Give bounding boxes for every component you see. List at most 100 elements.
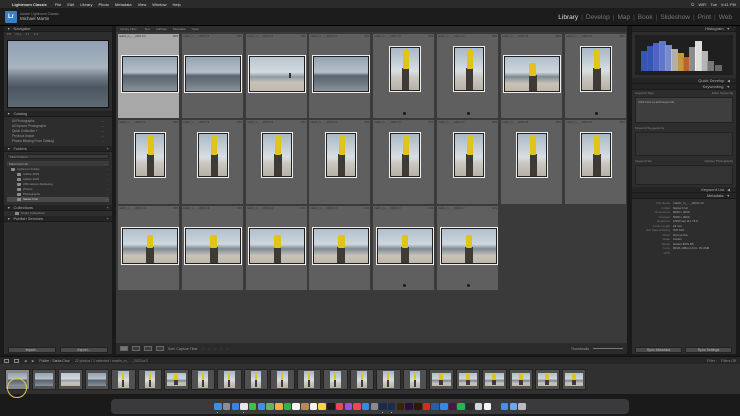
filmstrip-thumb[interactable] (429, 368, 454, 390)
safari-icon[interactable] (231, 402, 240, 411)
lightroom-icon[interactable] (387, 402, 396, 413)
grid-view-icon[interactable] (120, 346, 128, 351)
filmstrip-thumb[interactable] (349, 368, 374, 390)
module-web[interactable]: Web (719, 14, 732, 21)
textedit-icon[interactable] (483, 402, 492, 411)
app-menu[interactable]: Lightroom Classic (12, 2, 47, 7)
photo-thumbnail[interactable] (389, 47, 420, 91)
filmstrip-thumb[interactable] (561, 368, 586, 390)
navigator-preview[interactable] (7, 40, 109, 108)
grid-cell[interactable]: martin_m_…_2023.cr3 CR3 (308, 205, 372, 291)
add-publish-icon[interactable]: + (107, 216, 109, 221)
photo-thumbnail[interactable] (249, 56, 306, 92)
navigator-mode[interactable]: 1:1 (26, 32, 30, 37)
grid-cell[interactable]: martin_m_…_2023.cr3 CR3 (117, 205, 180, 291)
module-slideshow[interactable]: Slideshow (660, 14, 690, 21)
tv-icon[interactable] (327, 402, 335, 411)
grid-cell[interactable]: martin_m_…_2023.cr3 CR3 (117, 33, 180, 119)
filmstrip-thumb[interactable] (31, 368, 56, 390)
filter-bar-item[interactable]: None (192, 27, 199, 31)
menu-item-file[interactable]: File (55, 2, 61, 7)
module-print[interactable]: Print (698, 14, 711, 21)
podcasts-icon[interactable] (344, 402, 353, 411)
loupe-view-icon[interactable] (132, 346, 140, 351)
grid-cell[interactable]: martin_m_…_2023.cr3 CR3 (372, 33, 436, 119)
filter-bar-item[interactable]: Library Filter : (120, 27, 138, 31)
photo-thumbnail[interactable] (517, 133, 548, 177)
photo-thumbnail[interactable] (121, 228, 178, 264)
compare-view-icon[interactable] (144, 346, 152, 351)
photo-thumbnail[interactable] (185, 56, 242, 92)
filmstrip-thumb[interactable] (508, 368, 533, 390)
publish-services-header[interactable]: ▼ Publish Services + (4, 216, 112, 222)
photo-thumbnail[interactable] (312, 228, 369, 264)
slack-icon[interactable] (448, 402, 457, 411)
photoshop-icon[interactable] (379, 402, 387, 413)
navigator-mode[interactable]: 1:4 (34, 32, 38, 37)
histogram-header[interactable]: Histogram ▼ (632, 26, 736, 32)
forward-icon[interactable]: ▶ (32, 359, 35, 363)
photo-thumbnail[interactable] (376, 228, 433, 264)
photo-thumbnail[interactable] (121, 56, 178, 92)
activity-icon[interactable] (492, 402, 500, 411)
filmstrip-thumb[interactable] (296, 368, 321, 390)
photo-thumbnail[interactable] (440, 228, 497, 264)
filmstrip-thumb[interactable] (376, 368, 401, 390)
news-icon[interactable] (353, 402, 361, 411)
status-item[interactable]: WiFi (698, 2, 706, 7)
grid-cell[interactable]: martin_m_…_2023.cr3 CR3 (436, 205, 499, 291)
grid-cell[interactable]: martin_m_…_2023.cr3 CR3 (436, 33, 499, 119)
keyword-set-select[interactable]: Outdoor Photography (704, 159, 733, 163)
filter-bar-item[interactable]: Metadata (173, 27, 186, 31)
grid-cell[interactable]: martin_m_…_2023.cr3 CR3 (244, 33, 308, 119)
export-button[interactable]: Export... (60, 347, 108, 353)
grid-cell[interactable]: martin_m_…_2023.cr3 CR3 (117, 119, 180, 205)
photo-thumbnail[interactable] (389, 133, 420, 177)
grid-cell[interactable]: martin_m_…_2023.cr3 CR3 (436, 119, 499, 205)
volume-row[interactable]: Macintosh HD… (7, 161, 109, 166)
preview-icon[interactable] (474, 402, 483, 411)
launchpad-icon[interactable] (222, 402, 231, 411)
filmstrip-source[interactable]: Folder : Santa Cruz (39, 359, 69, 363)
downloads-icon[interactable] (500, 402, 509, 411)
module-library[interactable]: Library (558, 14, 578, 21)
keyword-tags-select[interactable]: Enter Keywords (712, 91, 733, 95)
grid-cell[interactable]: martin_m_…_2023.cr3 CR3 (308, 119, 372, 205)
photo-thumbnail[interactable] (581, 47, 612, 91)
folder-item[interactable]: Santa Cruz… (7, 197, 109, 202)
grid-cell[interactable]: martin_m_…_2023.cr3 CR3 (499, 119, 563, 205)
menu-item-help[interactable]: Help (172, 2, 180, 7)
photo-thumbnail[interactable] (504, 56, 561, 92)
filmstrip-thumb[interactable] (243, 368, 268, 390)
photos-icon[interactable] (275, 402, 283, 411)
rating-stars[interactable]: ☆ ☆ ☆ ☆ ☆ (201, 347, 230, 351)
illustrator-icon[interactable] (396, 402, 405, 411)
sync-metadata-button[interactable]: Sync Metadata (635, 347, 682, 353)
grid-cell[interactable]: martin_m_…_2023.cr3 CR3 (372, 205, 436, 291)
mail-icon[interactable] (257, 402, 266, 411)
photo-thumbnail[interactable] (312, 56, 369, 92)
grid-cell[interactable]: martin_m_…_2023.cr3 CR3 (372, 119, 436, 205)
menu-item-photo[interactable]: Photo (99, 2, 109, 7)
menu-item-metadata[interactable]: Metadata (115, 2, 132, 7)
filmstrip-thumb[interactable] (482, 368, 507, 390)
grid-icon[interactable] (14, 358, 19, 363)
status-item[interactable]: 9:41 PM (721, 2, 736, 7)
music-icon[interactable] (335, 402, 344, 411)
menu-item-view[interactable]: View (138, 2, 147, 7)
chrome-icon[interactable] (240, 402, 248, 413)
grid-cell[interactable]: martin_m_…_2023.cr3 CR3 (180, 119, 244, 205)
module-map[interactable]: Map (617, 14, 630, 21)
settings-icon[interactable] (370, 402, 379, 411)
sort-label[interactable]: Sort: Capture Time (168, 347, 197, 351)
filter-bar-item[interactable]: Attribute (156, 27, 167, 31)
photo-thumbnail[interactable] (453, 133, 484, 177)
menu-item-window[interactable]: Window (152, 2, 166, 7)
import-button[interactable]: Import... (8, 347, 56, 353)
grid-cell[interactable]: martin_m_…_2023.cr3 CR3 (563, 119, 627, 205)
finder-icon[interactable] (214, 402, 222, 413)
filmstrip-thumb[interactable] (270, 368, 295, 390)
survey-view-icon[interactable] (156, 346, 164, 351)
maps-icon[interactable] (266, 402, 274, 411)
filmstrip-thumb[interactable] (190, 368, 215, 390)
